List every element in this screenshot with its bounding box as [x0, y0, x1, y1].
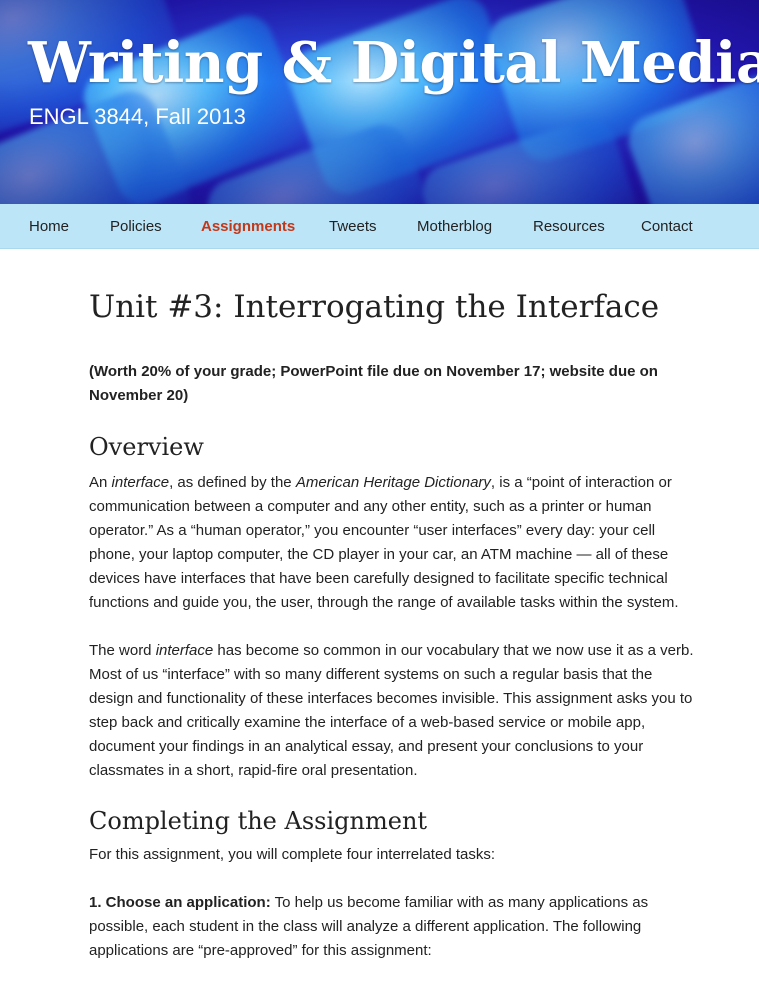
- nav-item-tweets[interactable]: Tweets: [329, 204, 377, 249]
- task-1-paragraph: 1. Choose an application: To help us bec…: [89, 891, 699, 963]
- site-header-banner: Writing & Digital Media ENGL 3844, Fall …: [0, 0, 759, 204]
- nav-item-home[interactable]: Home: [29, 204, 69, 249]
- overview-heading: Overview: [89, 433, 204, 461]
- nav-item-resources[interactable]: Resources: [533, 204, 605, 249]
- text-span: , as defined by the: [169, 474, 296, 491]
- overview-paragraph-2: The word interface has become so common …: [89, 639, 699, 783]
- text-span: , is a “point of interaction or communic…: [89, 474, 679, 611]
- emphasis-text: American Heritage Dictionary: [295, 474, 491, 491]
- text-span: has become so common in our vocabulary t…: [89, 642, 694, 779]
- nav-item-assignments[interactable]: Assignments: [201, 204, 295, 249]
- page-title: Unit #3: Interrogating the Interface: [89, 289, 660, 325]
- site-title-link[interactable]: Writing & Digital Media: [28, 30, 759, 96]
- text-span: An: [89, 474, 112, 491]
- emphasis-text: interface: [155, 642, 214, 659]
- overview-paragraph-1: An interface, as defined by the American…: [89, 471, 699, 615]
- main-navigation: Home Policies Assignments Tweets Motherb…: [0, 204, 759, 249]
- tasks-intro-paragraph: For this assignment, you will complete f…: [89, 846, 496, 863]
- site-subtitle: ENGL 3844, Fall 2013: [29, 104, 246, 129]
- text-span: The word: [89, 642, 156, 659]
- completing-assignment-heading: Completing the Assignment: [89, 807, 428, 835]
- assignment-weight-note: (Worth 20% of your grade; PowerPoint fil…: [89, 363, 658, 404]
- nav-item-motherblog[interactable]: Motherblog: [417, 204, 492, 249]
- nav-item-policies[interactable]: Policies: [110, 204, 162, 249]
- emphasis-text: interface: [111, 474, 170, 491]
- nav-item-contact[interactable]: Contact: [641, 204, 693, 249]
- task-1-lead: 1. Choose an application:: [89, 894, 271, 911]
